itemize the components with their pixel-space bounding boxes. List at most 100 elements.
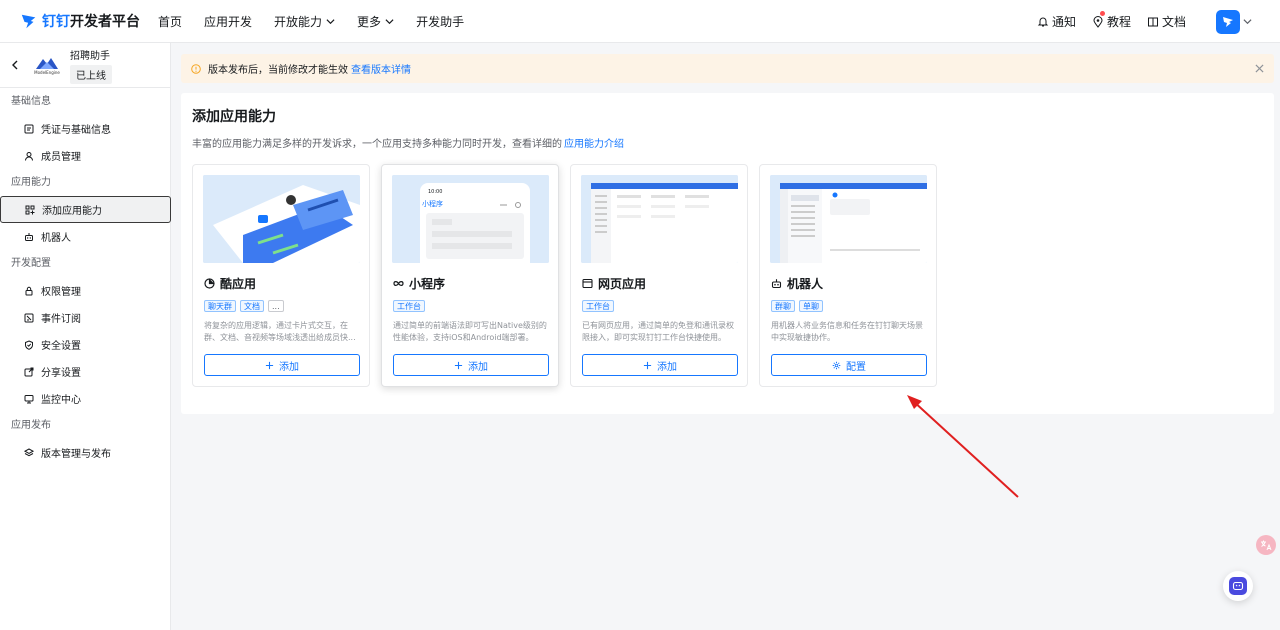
- robot-icon: [25, 232, 33, 241]
- view-version-details-link[interactable]: 查看版本详情: [351, 61, 411, 76]
- release-notice: 版本发布后，当前修改才能生效 查看版本详情: [181, 54, 1274, 83]
- sidebar-item-security[interactable]: 安全设置: [0, 331, 170, 358]
- robot-icon: [771, 279, 782, 289]
- sidebar-item-credentials[interactable]: 凭证与基础信息: [0, 115, 170, 142]
- event-icon: [24, 313, 34, 322]
- tag: 文档: [240, 300, 264, 312]
- page-title: 添加应用能力: [192, 109, 276, 125]
- app-name: 招聘助手: [70, 50, 110, 62]
- mini-program-preview-image: 10:00 小程序: [392, 175, 549, 263]
- lock-icon: [25, 286, 33, 295]
- add-web-app-button[interactable]: 添加: [582, 354, 738, 376]
- sidebar-item-share[interactable]: 分享设置: [0, 358, 170, 385]
- cool-app-icon: [204, 278, 215, 289]
- top-navbar: 钉钉开发者平台 首页 应用开发 开放能力 更多 开发助手 通知 教程 文档: [0, 0, 1280, 43]
- tag: 工作台: [393, 300, 425, 312]
- monitor-icon: [24, 394, 34, 403]
- tutorial-button[interactable]: 教程: [1092, 11, 1131, 30]
- brand[interactable]: 钉钉开发者平台: [20, 11, 150, 31]
- share-icon: [24, 367, 34, 376]
- capability-card-robot[interactable]: 机器人 群聊 单聊 用机器人将业务信息和任务在钉钉聊天场景中实现敏捷协作。 配置: [759, 164, 937, 387]
- sidebar-item-version-release[interactable]: 版本管理与发布: [0, 439, 170, 466]
- plus-icon: [454, 361, 463, 369]
- sidebar-group-app-capabilities: 应用能力: [11, 177, 51, 188]
- mini-program-icon: [393, 281, 404, 286]
- page-description: 丰富的应用能力满足多样的开发诉求，一个应用支持多种能力同时开发，查看详细的 应用能…: [192, 139, 624, 150]
- assistant-chat-button[interactable]: [1223, 571, 1253, 601]
- docs-button[interactable]: 文档: [1147, 13, 1186, 30]
- card-description: 通过简单的前端语法即可写出Native级别的性能体验，支持iOS和Android…: [393, 321, 547, 342]
- bell-icon: [1037, 17, 1049, 26]
- web-app-icon: [582, 278, 593, 289]
- card-tags: 群聊 单聊: [771, 300, 827, 312]
- tag: 聊天群: [204, 300, 236, 312]
- capability-card-web-app[interactable]: 网页应用 工作台 已有网页应用，通过简单的免登和通讯录权限接入，即可实现钉钉工作…: [570, 164, 748, 387]
- nav-item-more[interactable]: 更多: [357, 13, 394, 30]
- brand-name: 钉钉开发者平台: [42, 14, 140, 30]
- sidebar-item-permissions[interactable]: 权限管理: [0, 277, 170, 304]
- user-menu[interactable]: [1216, 9, 1252, 34]
- chevron-down-icon: [326, 18, 335, 24]
- chevron-down-icon: [1243, 19, 1252, 25]
- tag: 单聊: [799, 300, 823, 312]
- notice-text: 版本发布后，当前修改才能生效: [208, 65, 348, 76]
- info-icon: [191, 63, 201, 74]
- nav-item-home[interactable]: 首页: [158, 13, 182, 30]
- sidebar-group-basic-info: 基础信息: [11, 96, 51, 107]
- location-pin-icon: [1093, 15, 1103, 28]
- back-arrow-icon[interactable]: [10, 60, 20, 70]
- add-cool-app-button[interactable]: 添加: [204, 354, 360, 376]
- top-right-actions: 通知 教程 文档: [1021, 0, 1252, 43]
- apps-icon: [25, 205, 35, 214]
- cool-app-preview-image: [203, 175, 360, 263]
- user-icon: [25, 151, 33, 161]
- preview-time: 10:00: [428, 189, 442, 195]
- translate-button[interactable]: [1256, 535, 1276, 555]
- sidebar-item-monitor[interactable]: 监控中心: [0, 385, 170, 412]
- add-capability-panel: 添加应用能力 丰富的应用能力满足多样的开发诉求，一个应用支持多种能力同时开发，查…: [181, 93, 1274, 414]
- close-icon[interactable]: [1255, 64, 1264, 73]
- plus-icon: [643, 361, 652, 369]
- card-title: 网页应用: [582, 275, 646, 292]
- app-info: 招聘助手 已上线: [70, 47, 112, 84]
- add-mini-program-button[interactable]: 添加: [393, 354, 549, 376]
- app-header: ModelEngine 招聘助手 已上线: [0, 43, 170, 88]
- annotation-arrow: [907, 395, 1019, 498]
- chevron-down-icon: [385, 18, 394, 24]
- avatar: [1216, 9, 1240, 34]
- translate-icon: [1261, 540, 1272, 551]
- notification-dot: [1099, 11, 1105, 16]
- tag: 工作台: [582, 300, 614, 312]
- sidebar-item-robot[interactable]: 机器人: [0, 223, 170, 250]
- card-title: 小程序: [393, 275, 445, 292]
- nav-item-dev-assistant[interactable]: 开发助手: [416, 13, 464, 30]
- card-tags: 工作台: [393, 300, 429, 312]
- tag-more[interactable]: ...: [268, 300, 284, 312]
- capability-intro-link[interactable]: 应用能力介绍: [564, 139, 624, 150]
- gear-icon: [832, 361, 841, 369]
- status-badge: 已上线: [70, 64, 112, 84]
- sidebar-group-dev-config: 开发配置: [11, 258, 51, 269]
- sidebar: ModelEngine 招聘助手 已上线 基础信息 凭证与基础信息 成员管理 应…: [0, 43, 171, 630]
- dingtalk-logo-icon: [1223, 16, 1233, 27]
- configure-robot-button[interactable]: 配置: [771, 354, 927, 376]
- sidebar-item-add-capability[interactable]: 添加应用能力: [0, 196, 171, 223]
- card-title: 机器人: [771, 275, 823, 292]
- notify-button[interactable]: 通知: [1037, 13, 1076, 30]
- sidebar-item-event-subscription[interactable]: 事件订阅: [0, 304, 170, 331]
- sidebar-group-release: 应用发布: [11, 420, 51, 431]
- capability-card-cool-app[interactable]: 酷应用 聊天群 文档 ... 将复杂的应用逻辑，通过卡片式交互，在群、文档、音视…: [192, 164, 370, 387]
- card-tags: 工作台: [582, 300, 618, 312]
- chat-bot-icon: [1232, 581, 1244, 591]
- main-nav: 首页 应用开发 开放能力 更多 开发助手: [158, 13, 486, 30]
- web-app-preview-image: [581, 175, 738, 263]
- book-icon: [1147, 17, 1158, 26]
- robot-preview-image: [770, 175, 927, 263]
- capability-card-mini-program[interactable]: 10:00 小程序 小程序 工作台 通过简单的前端语法即可写出Native级别的…: [381, 164, 559, 387]
- nav-item-app-dev[interactable]: 应用开发: [204, 13, 252, 30]
- nav-item-open-capabilities[interactable]: 开放能力: [274, 13, 335, 30]
- card-description: 用机器人将业务信息和任务在钉钉聊天场景中实现敏捷协作。: [771, 321, 923, 342]
- card-tags: 聊天群 文档 ...: [204, 300, 288, 312]
- app-logo: ModelEngine: [32, 53, 62, 77]
- sidebar-item-members[interactable]: 成员管理: [0, 142, 170, 169]
